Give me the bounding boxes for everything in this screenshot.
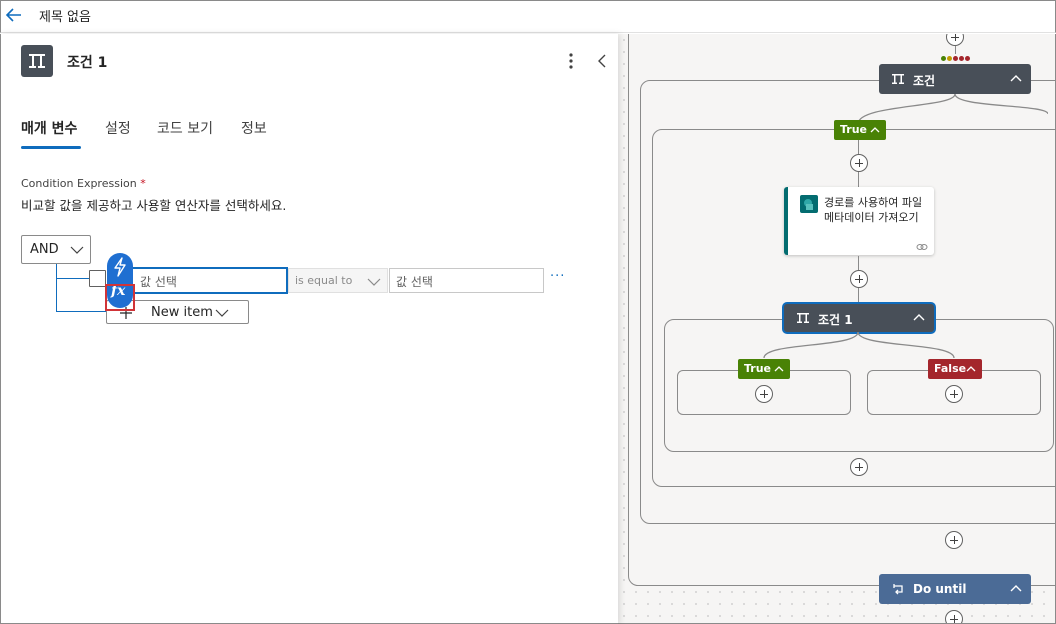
true-branch-pill[interactable]: True [738,359,790,379]
highlight-box [105,284,135,311]
tab-about[interactable]: 정보 [241,118,267,138]
chevron-up-icon [966,366,976,372]
chevron-up-icon[interactable] [1009,582,1023,596]
chevron-up-icon [774,366,784,372]
add-step-icon[interactable] [850,270,868,288]
row-more-icon[interactable]: ··· [550,269,565,284]
row-select-checkbox[interactable] [89,270,106,287]
lightning-icon [114,257,126,277]
sharepoint-icon [800,195,818,213]
card-accent [784,187,788,255]
tree-connector [56,264,57,312]
add-step-icon[interactable] [945,531,963,549]
status-dot [965,56,970,61]
get-file-metadata-card[interactable]: 경로를 사용하여 파일 메타데이터 가져오기 [784,187,934,255]
group-operator-dropdown[interactable]: AND [21,235,91,264]
connector-line [955,46,957,54]
right-value-placeholder: 값 선택 [396,275,433,289]
condition-action-header[interactable]: 조건 [879,64,1031,94]
do-until-title: Do until [913,582,967,596]
condition-title: 조건 [913,74,936,88]
tree-connector [56,311,106,312]
card-title-line: 메타데이터 가져오기 [824,211,919,224]
properties-panel: 조건 1 매개 변수 설정 코드 보기 정보 Condition Express… [0,34,618,624]
tab-parameters[interactable]: 매개 변수 [21,118,77,138]
add-step-icon[interactable] [945,385,963,403]
status-dot [959,56,964,61]
condition-expression-label: Condition Expression * [21,177,146,190]
left-value-input[interactable]: 값 선택 [130,267,288,294]
status-dot [941,56,946,61]
new-item-label: New item [151,305,213,320]
card-title-line: 경로를 사용하여 파일 [824,196,923,209]
back-arrow-icon[interactable] [4,5,24,25]
false-branch-pill[interactable]: False [928,359,982,379]
true-label: True [840,123,868,136]
condition-action-icon [21,45,53,77]
true-label: True [744,362,772,375]
branch-connector [763,332,955,358]
chevron-up-icon[interactable] [912,311,926,325]
chevron-up-icon [870,127,880,133]
connector-line [858,140,860,154]
add-step-icon[interactable] [850,458,868,476]
tab-code-view[interactable]: 코드 보기 [157,118,213,138]
condition-description: 비교할 값을 제공하고 사용할 연산자를 선택하세요. [21,198,287,213]
active-tab-indicator [21,146,81,149]
loop-icon [893,584,903,595]
collapse-panel-icon[interactable] [595,52,609,70]
flow-title[interactable]: 제목 없음 [39,6,91,25]
add-step-icon[interactable] [945,610,963,623]
tree-connector [56,278,89,279]
panel-title: 조건 1 [67,55,108,71]
more-options-icon[interactable] [563,51,579,71]
condition-expression-text: Condition Expression [21,177,137,190]
status-dot [947,56,952,61]
connector-line [858,172,860,188]
left-value-placeholder: 값 선택 [140,275,177,289]
condition-1-action-header[interactable]: 조건 1 [784,304,934,332]
do-until-action-header[interactable]: Do until [879,574,1031,604]
condition-icon [892,74,904,84]
false-label: False [934,362,967,375]
link-icon [916,244,928,250]
dynamic-content-button[interactable] [107,253,133,281]
designer-canvas[interactable]: 조건 True 경로를 사용하여 파일 메타데이터 가져오기 조건 1 True… [618,34,1056,624]
connector-line [858,256,860,270]
required-mark: * [140,177,146,190]
top-bar: 제목 없음 [0,0,1056,33]
right-value-input[interactable]: 값 선택 [389,268,544,293]
add-step-icon[interactable] [755,385,773,403]
connector-line [858,288,860,304]
card-title: 경로를 사용하여 파일 메타데이터 가져오기 [824,195,922,225]
true-branch-pill[interactable]: True [834,120,886,140]
status-dot [953,56,958,61]
condition-icon [797,313,809,323]
operator-value: is equal to [295,274,353,287]
operator-dropdown[interactable]: is equal to [288,268,388,293]
chevron-up-icon[interactable] [1009,72,1023,86]
condition-1-title: 조건 1 [818,313,853,327]
group-operator-value: AND [30,242,59,257]
tab-settings[interactable]: 설정 [105,118,131,138]
add-step-icon[interactable] [850,154,868,172]
chevron-down-icon [215,309,229,317]
chevron-down-icon [367,278,381,286]
chevron-down-icon [70,246,84,254]
